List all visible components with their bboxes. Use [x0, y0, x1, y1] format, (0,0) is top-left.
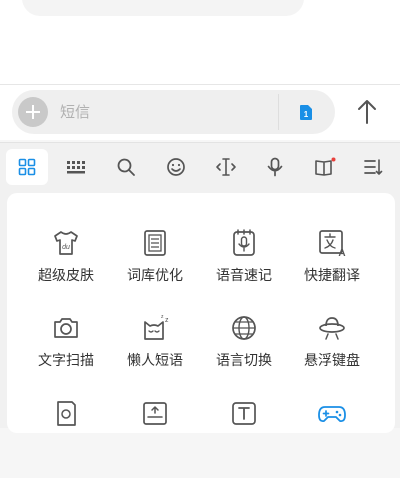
tool-floating-keyboard[interactable]: 悬浮键盘	[287, 313, 377, 393]
camera-icon	[54, 318, 78, 338]
voice-note-icon	[233, 229, 255, 256]
menu-icon	[364, 159, 383, 175]
tool-label: 语音速记	[216, 268, 272, 284]
tool-label: 文字扫描	[38, 353, 94, 369]
tool-language-switch[interactable]: 语言切换	[199, 313, 289, 393]
emoji-icon	[167, 158, 185, 176]
tool-game[interactable]	[287, 398, 377, 478]
tool-label: 懒人短语	[127, 353, 183, 369]
tool-label: 快捷翻译	[304, 268, 360, 284]
toolbar-cursor-button[interactable]	[205, 149, 247, 185]
microphone-icon	[267, 157, 283, 177]
sim-card-icon[interactable]: 1	[299, 104, 313, 121]
tool-text-scan[interactable]: 文字扫描	[21, 313, 111, 393]
message-input-box[interactable]: 短信 1	[12, 90, 335, 134]
svg-text:1: 1	[304, 110, 309, 119]
search-icon	[117, 158, 135, 176]
svg-text:z: z	[161, 314, 164, 320]
svg-text:A: A	[338, 248, 345, 258]
tool-keyboard-adjust[interactable]	[110, 398, 200, 478]
keyboard-panel: du 超级皮肤 词库优化 语音速记 A 快捷翻译 文字扫描 z z 懒人短语 语…	[0, 142, 400, 433]
dictionary-icon	[144, 230, 166, 256]
message-bubble	[22, 0, 304, 16]
keyboard-adjust-icon	[143, 402, 167, 425]
toolbar-menu-button[interactable]	[352, 149, 394, 185]
tool-dictionary[interactable]: 词库优化	[110, 228, 200, 308]
conversation-area	[0, 0, 400, 84]
book-icon	[315, 157, 336, 176]
clipboard-icon	[57, 401, 76, 426]
toolbar-grid-button[interactable]	[6, 149, 48, 185]
globe-icon	[232, 316, 256, 340]
tool-label: 超级皮肤	[38, 268, 94, 284]
ufo-icon	[319, 317, 345, 340]
keyboard-icon	[67, 161, 85, 174]
toolbar-book-button[interactable]	[304, 149, 346, 185]
svg-text:du: du	[62, 244, 70, 251]
sim-separator	[278, 94, 279, 130]
sleepy-cat-icon: z z	[144, 314, 169, 340]
translate-icon: A	[319, 230, 346, 258]
toolbar-keyboard-button[interactable]	[55, 149, 97, 185]
cursor-move-icon	[216, 158, 236, 176]
tool-clipboard[interactable]	[21, 398, 111, 478]
tool-label: 语言切换	[216, 353, 272, 369]
svg-text:z: z	[165, 317, 169, 324]
toolbar-search-button[interactable]	[105, 149, 147, 185]
tool-label: 悬浮键盘	[304, 353, 360, 369]
compose-bar: 短信 1	[0, 85, 400, 140]
tool-text-box[interactable]	[199, 398, 289, 478]
tool-lazy-phrase[interactable]: z z 懒人短语	[110, 313, 200, 393]
gamepad-icon	[318, 406, 346, 423]
tshirt-icon: du	[54, 231, 78, 255]
tools-panel: du 超级皮肤 词库优化 语音速记 A 快捷翻译 文字扫描 z z 懒人短语 语…	[7, 193, 395, 433]
text-box-icon	[232, 402, 256, 425]
keyboard-toolbar	[0, 143, 400, 189]
tool-super-skin[interactable]: du 超级皮肤	[21, 228, 111, 308]
tool-voice-note[interactable]: 语音速记	[199, 228, 289, 308]
tool-label: 词库优化	[127, 268, 183, 284]
toolbar-voice-button[interactable]	[254, 149, 296, 185]
toolbar-emoji-button[interactable]	[155, 149, 197, 185]
message-input[interactable]: 短信	[60, 90, 260, 134]
send-arrow-icon[interactable]	[352, 95, 382, 129]
grid-icon	[18, 158, 36, 176]
tool-translate[interactable]: A 快捷翻译	[287, 228, 377, 308]
add-attachment-button[interactable]	[18, 97, 48, 127]
